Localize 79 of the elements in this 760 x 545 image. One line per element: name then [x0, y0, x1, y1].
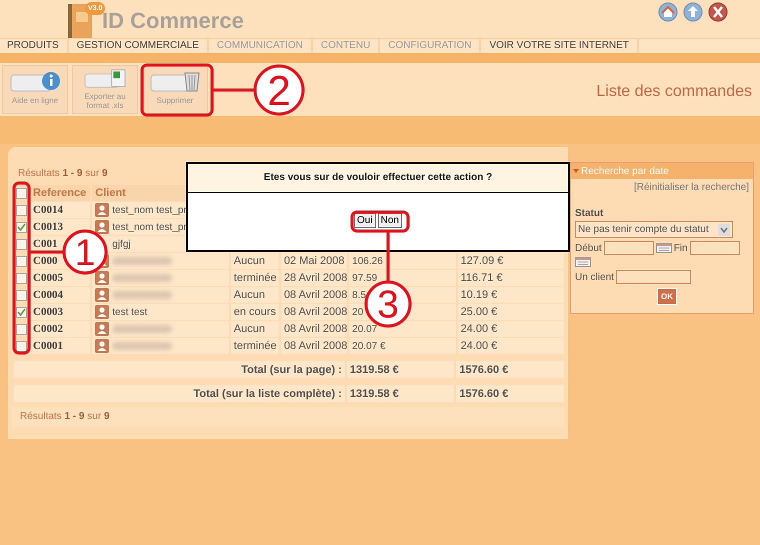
calendar-icon[interactable] [656, 243, 672, 253]
table-cell: 20.07 € [349, 338, 456, 354]
table-cell: test_nom test_pr [112, 222, 187, 232]
checkbox[interactable] [16, 238, 27, 250]
reset-link[interactable]: [Réinitialiser la recherche] [575, 182, 749, 193]
field-label: Statut [575, 208, 604, 219]
table-cell: terminée [230, 338, 279, 354]
table-cell: 97.59 [349, 270, 456, 286]
highlight-frame [350, 210, 410, 233]
checkbox[interactable] [16, 340, 27, 352]
checkbox[interactable] [16, 272, 27, 284]
dialog-button[interactable]: Oui [354, 213, 376, 228]
expand-icon[interactable] [573, 168, 579, 174]
checkbox[interactable] [16, 256, 27, 266]
total-value: 1576.60 € [456, 385, 564, 402]
field-label: Un client [575, 272, 614, 282]
table-cell: Aucun [230, 287, 279, 303]
table-cell: 24.00 € [458, 338, 564, 354]
table-cell: gjfgj [112, 238, 131, 250]
table-cell: 25.00 € [458, 304, 564, 320]
table-cell: Aucun [230, 253, 279, 269]
status-select[interactable]: Ne pas tenir compte du statut [575, 221, 733, 238]
total-value: 1319.58 € [346, 385, 454, 402]
table-cell: C0014 [30, 202, 90, 218]
checkbox[interactable] [16, 324, 27, 334]
checkbox[interactable] [16, 306, 27, 318]
field-label: Début [575, 242, 602, 254]
callout-number: 2 [253, 64, 305, 116]
panel-header[interactable]: Recherche par date [571, 163, 753, 179]
checkbox[interactable] [16, 222, 27, 232]
close-icon[interactable] [708, 2, 728, 22]
table-cell: terminée [230, 270, 279, 286]
table-cell: C0004 [30, 287, 90, 303]
toolbar-button[interactable]: Exporter au format .xls [72, 65, 138, 114]
table-cell: Aucun [230, 321, 279, 337]
table-cell: 02 Mai 2008 [280, 253, 348, 269]
field-label: Fin [674, 242, 688, 254]
home-icon[interactable] [658, 2, 678, 22]
calendar-icon[interactable] [575, 257, 591, 267]
checkbox[interactable] [16, 188, 27, 198]
total-value: 1319.58 € [346, 361, 454, 378]
total-label: Total (sur la liste complète) : [14, 385, 345, 402]
table-cell: 24.00 € [458, 321, 564, 337]
checkbox[interactable] [16, 204, 27, 216]
toolbar-button[interactable]: Aide en ligne [2, 65, 68, 114]
table-cell: en cours [230, 304, 279, 320]
total-label: Total (sur la page) : [14, 361, 345, 378]
table-cell: 08 Avril 2008 [280, 304, 348, 320]
callout-number: 1 [62, 229, 108, 275]
table-cell: test_nom test_pr [112, 204, 187, 216]
table-cell: 08 Avril 2008 [280, 287, 348, 303]
page-title: Liste des commandes [596, 82, 753, 100]
table-cell: C0002 [30, 321, 90, 337]
check-icon [16, 306, 27, 318]
dialog-message: Etes vous sur de vouloir effectuer cette action ? [188, 164, 568, 193]
table-cell: C0001 [30, 338, 90, 354]
table-cell: 116.71 € [458, 270, 564, 286]
results-count: Résultats 1 - 9 sur 9 [17, 168, 108, 181]
results-count: Résultats 1 - 9 sur 9 [12, 407, 564, 427]
client-field[interactable] [616, 270, 691, 284]
table-cell: C0013 [30, 219, 90, 235]
date-field[interactable] [690, 241, 740, 255]
table-cell: 10.19 € [458, 287, 564, 303]
table-cell: 08 Avril 2008 [280, 338, 348, 354]
date-field[interactable] [604, 241, 654, 255]
checkbox[interactable] [16, 290, 27, 300]
dialog-button[interactable]: Non [378, 213, 402, 228]
check-icon [16, 222, 27, 232]
column-header: Reference [30, 185, 90, 201]
table-cell: 106.26 [349, 253, 456, 269]
ok-button[interactable]: OK [657, 288, 677, 305]
table-cell: 08 Avril 2008 [280, 321, 348, 337]
table-cell: C0003 [30, 304, 90, 320]
table-cell: 28 Avril 2008 [280, 270, 348, 286]
total-value: 1576.60 € [456, 361, 564, 378]
toolbar-button[interactable]: Supprimer [142, 65, 208, 114]
table-cell: test test [112, 306, 148, 318]
table-cell: 127.09 € [458, 253, 564, 269]
info-icon [9, 69, 61, 93]
